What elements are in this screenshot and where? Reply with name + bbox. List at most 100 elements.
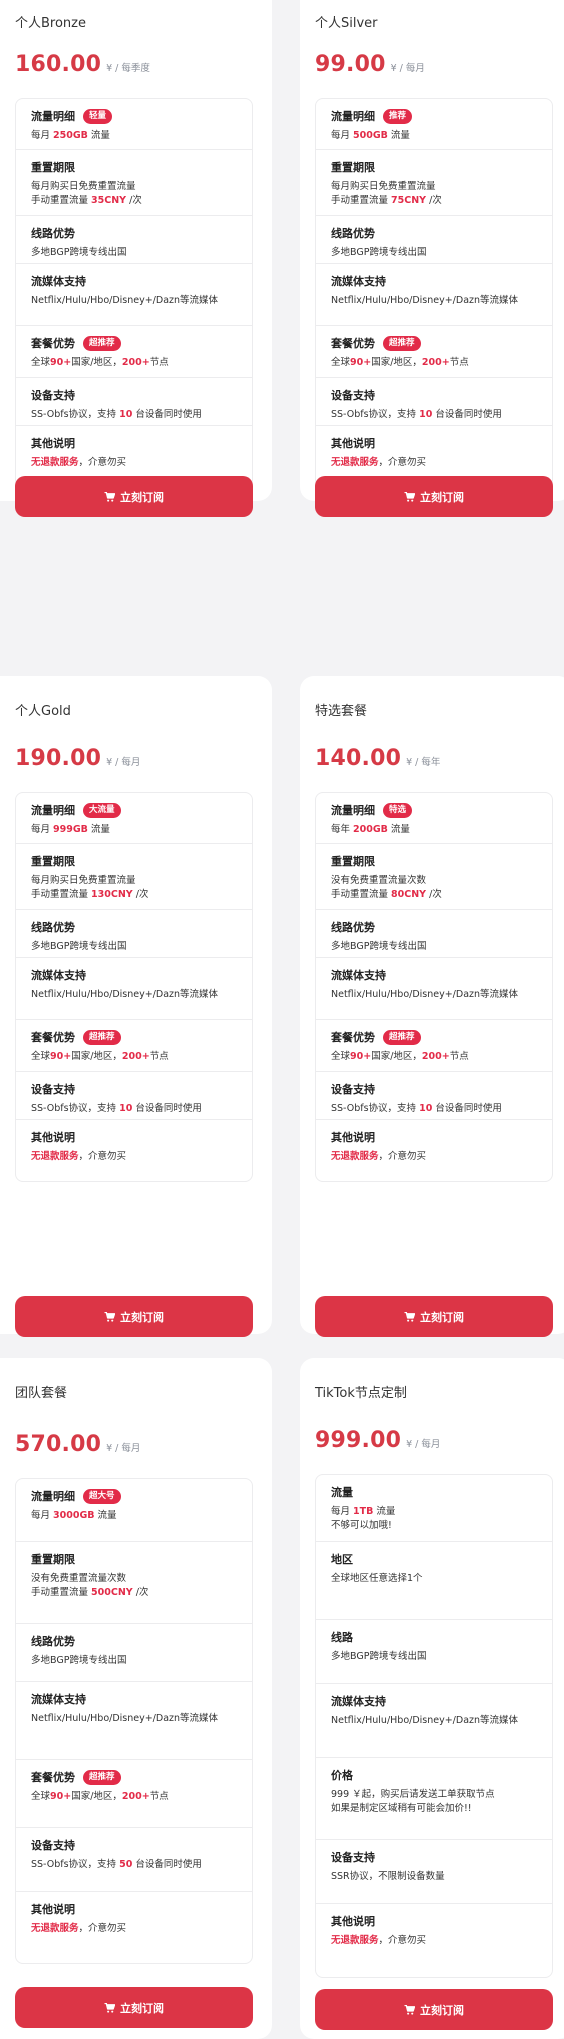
price-period: ¥ / 每年: [406, 757, 441, 768]
feature-title-text: 设备支持: [331, 1851, 375, 1864]
feature-title: 流媒体支持: [31, 273, 237, 289]
feature-title: 套餐优势 超推荐: [331, 335, 537, 351]
feature-title-text: 流量明细: [331, 110, 375, 123]
feature-item: 线路 多地BGP跨境专线出国: [316, 1619, 552, 1683]
feature-item: 设备支持 SS-Obfs协议，支持 50 台设备同时使用: [16, 1827, 252, 1891]
feature-title-text: 线路优势: [31, 1635, 75, 1648]
feature-list: 流量明细 特选 每年 200GB 流量 重置期限 没有免费重置流量次数 手动重置流量 80…: [315, 792, 553, 1182]
feature-description-line: 手动重置流量 500CNY /次: [31, 1587, 149, 1598]
feature-badge: 轻量: [83, 108, 113, 124]
feature-description-line: 手动重置流量 80CNY /次: [331, 889, 442, 900]
feature-description-line: 全球90+国家/地区，200+节点: [31, 1791, 169, 1802]
feature-title: 流量明细 超大号: [31, 1488, 237, 1504]
plan-card: 个人Bronze 160.00 ¥ / 每季度 流量明细 轻量 每月 250GB 流量 重置…: [0, 0, 272, 517]
subscribe-button[interactable]: 立刻订阅: [15, 1296, 253, 1337]
feature-title: 重置期限: [331, 853, 537, 869]
feature-description-line: 每月 250GB 流量: [31, 130, 110, 141]
feature-title-text: 重置期限: [31, 161, 75, 174]
subscribe-button[interactable]: 立刻订阅: [315, 1296, 553, 1337]
feature-description-line: 全球90+国家/地区，200+节点: [331, 357, 469, 368]
subscribe-button[interactable]: 立刻订阅: [315, 1989, 553, 2030]
feature-description: 每月购买日免费重置流量 手动重置流量 75CNY /次: [331, 180, 537, 208]
feature-title: 设备支持: [31, 1837, 237, 1853]
feature-item: 流量明细 轻量每月 250GB 流量: [16, 99, 252, 149]
feature-item: 流媒体支持 Netflix/Hulu/Hbo/Disney+/Dazn等流媒体: [316, 263, 552, 325]
feature-description: SSR协议，不限制设备数量: [331, 1870, 537, 1884]
feature-title: 套餐优势 超推荐: [31, 335, 237, 351]
feature-title: 其他说明: [31, 435, 237, 451]
feature-title-text: 流量明细: [31, 1490, 75, 1503]
feature-item: 流媒体支持 Netflix/Hulu/Hbo/Disney+/Dazn等流媒体: [16, 263, 252, 325]
feature-item: 套餐优势 超推荐全球90+国家/地区，200+节点: [16, 1759, 252, 1827]
feature-title: 套餐优势 超推荐: [31, 1029, 237, 1045]
feature-description: 没有免费重置流量次数手动重置流量 500CNY /次: [31, 1572, 237, 1600]
feature-item: 线路优势 多地BGP跨境专线出国: [316, 909, 552, 957]
price-period: ¥ / 每季度: [106, 63, 150, 74]
feature-description: 多地BGP跨境专线出国: [331, 246, 537, 260]
subscribe-button[interactable]: 立刻订阅: [15, 476, 253, 517]
feature-title: 其他说明: [31, 1901, 237, 1917]
feature-title-text: 流量: [331, 1486, 353, 1499]
feature-title: 其他说明: [331, 1913, 537, 1929]
feature-item: 设备支持 SS-Obfs协议，支持 10 台设备同时使用: [16, 377, 252, 425]
feature-description-line: 无退款服务，介意勿买: [31, 1923, 127, 1934]
subscribe-button-label: 立刻订阅: [420, 490, 464, 504]
feature-description: 全球90+国家/地区，200+节点: [31, 1790, 237, 1804]
feature-description: 每月 500GB 流量: [331, 129, 537, 143]
feature-description-line: 多地BGP跨境专线出国: [331, 1651, 427, 1662]
subscribe-button-label: 立刻订阅: [120, 1310, 164, 1324]
feature-title-text: 设备支持: [31, 1083, 75, 1096]
feature-title-text: 流量明细: [31, 110, 75, 123]
feature-title: 其他说明: [331, 435, 537, 451]
feature-title: 设备支持: [331, 1849, 537, 1865]
feature-description: 每月 1TB 流量 不够可以加哦!: [331, 1505, 537, 1533]
feature-title-text: 设备支持: [331, 389, 375, 402]
feature-title-text: 设备支持: [31, 1839, 75, 1852]
feature-title: 重置期限: [331, 159, 537, 175]
subscribe-button[interactable]: 立刻订阅: [315, 476, 553, 517]
plan-price: 160.00 ¥ / 每季度: [15, 52, 150, 77]
feature-title-text: 套餐优势: [331, 1031, 375, 1044]
feature-description: Netflix/Hulu/Hbo/Disney+/Dazn等流媒体: [331, 988, 537, 1002]
price-amount: 99.00: [315, 52, 386, 77]
cart-icon: [404, 2004, 420, 2015]
feature-title: 重置期限: [31, 159, 237, 175]
plan-title: 特选套餐: [315, 704, 368, 719]
feature-title-text: 流量明细: [331, 804, 375, 817]
feature-title-text: 地区: [331, 1553, 353, 1566]
subscribe-button-label: 立刻订阅: [420, 1310, 464, 1324]
plan-card: 个人Silver 99.00 ¥ / 每月 流量明细 推荐 每月 500GB 流量 重置期限…: [300, 0, 564, 517]
feature-description-line: 没有免费重置流量次数: [31, 1573, 127, 1584]
plan-title: TikTok节点定制: [315, 1386, 407, 1401]
feature-title: 流量明细 特选: [331, 802, 537, 818]
feature-description: SS-Obfs协议，支持 10 台设备同时使用: [31, 408, 237, 422]
feature-description: 无退款服务，介意勿买: [331, 1934, 537, 1948]
feature-title-text: 重置期限: [31, 855, 75, 868]
subscribe-button[interactable]: 立刻订阅: [15, 1987, 253, 2028]
plan-card: 团队套餐 570.00 ¥ / 每月 流量明细 超大号 每月 3000GB 流量 重置期限没…: [0, 1358, 272, 2039]
feature-description-line: Netflix/Hulu/Hbo/Disney+/Dazn等流媒体: [331, 1715, 519, 1726]
feature-description-line: 每月 999GB 流量: [31, 824, 110, 835]
feature-title-text: 套餐优势: [31, 1031, 75, 1044]
feature-item: 重置期限每月购买日免费重置流量 手动重置流量 75CNY /次: [316, 149, 552, 215]
feature-item: 流量明细 大流量 每月 999GB 流量: [16, 793, 252, 843]
feature-description: 无退款服务，介意勿买: [331, 1150, 537, 1164]
feature-description-line: 每月购买日免费重置流量: [31, 181, 136, 192]
feature-description-line: 全球90+国家/地区，200+节点: [31, 1051, 169, 1062]
feature-title: 流媒体支持: [331, 967, 537, 983]
feature-item: 价格 999 ￥起，购买后请发送工单获取节点 如果是制定区域稍有可能会加价!!: [316, 1757, 552, 1839]
price-amount: 140.00: [315, 746, 402, 771]
feature-title-text: 流媒体支持: [331, 969, 386, 982]
feature-title: 重置期限: [31, 853, 237, 869]
feature-list: 流量明细 轻量 每月 250GB 流量 重置期限 每月购买日免费重置流量 手动重置流量 3…: [15, 98, 253, 488]
feature-item: 地区 全球地区任意选择1个: [316, 1541, 552, 1619]
feature-item: 设备支持 SS-Obfs协议，支持 10 台设备同时使用: [16, 1071, 252, 1119]
feature-title: 套餐优势 超推荐: [31, 1769, 237, 1785]
feature-badge: 超大号: [83, 1488, 121, 1504]
feature-description-line: 没有免费重置流量次数: [331, 875, 427, 886]
feature-title: 流量明细 推荐: [331, 108, 537, 124]
feature-item: 重置期限 每月购买日免费重置流量 手动重置流量 130CNY /次: [16, 843, 252, 909]
feature-item: 流量每月 1TB 流量 不够可以加哦!: [316, 1475, 552, 1541]
feature-title: 流媒体支持: [331, 1693, 537, 1709]
feature-item: 重置期限没有免费重置流量次数手动重置流量 80CNY /次: [316, 843, 552, 909]
